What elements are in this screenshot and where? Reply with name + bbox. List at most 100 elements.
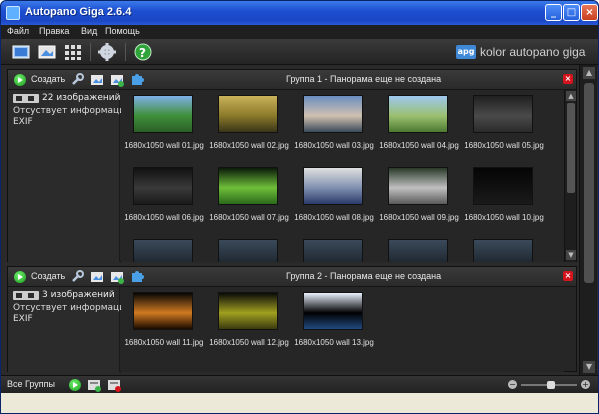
thumbnail-image[interactable] <box>218 95 278 133</box>
thumbnail-image[interactable] <box>473 167 533 205</box>
menu-file[interactable]: Файл <box>7 26 29 36</box>
group-title: Группа 2 - Панорама еще не создана <box>286 271 442 281</box>
thumbnail-image[interactable] <box>218 239 278 262</box>
image-thumbnail-partial[interactable] <box>461 234 545 262</box>
thumbnail-image[interactable] <box>218 292 278 330</box>
zoom-out-icon[interactable]: − <box>508 380 517 389</box>
image-thumbnail[interactable]: 1680x1050 wall 07.jpg <box>206 162 290 228</box>
thumbnail-image[interactable] <box>218 167 278 205</box>
brand-text: kolor autopano giga <box>480 45 586 59</box>
group-header: Создать Группа 2 - Панорама еще не созда… <box>8 267 576 287</box>
settings-gear-icon[interactable] <box>97 42 117 62</box>
close-window-button[interactable]: × <box>581 4 598 21</box>
thumbnail-image[interactable] <box>388 239 448 262</box>
wrench-icon[interactable] <box>70 73 84 87</box>
thumbnail-image[interactable] <box>303 239 363 262</box>
main-scroll-thumb[interactable] <box>584 83 594 283</box>
thumbnail-image[interactable] <box>133 95 193 133</box>
image-thumbnail-partial[interactable] <box>206 234 290 262</box>
image-thumbnail[interactable]: 1680x1050 wall 03.jpg <box>291 90 375 156</box>
thumbnail-image[interactable] <box>303 167 363 205</box>
image-thumbnail-partial[interactable] <box>376 234 460 262</box>
image-thumbnail[interactable]: 1680x1050 wall 09.jpg <box>376 162 460 228</box>
image-thumbnail-partial[interactable] <box>291 234 375 262</box>
group-scrollbar[interactable]: ▲ ▼ <box>564 90 576 262</box>
thumbnail-image[interactable] <box>473 95 533 133</box>
image-thumbnail[interactable]: 1680x1050 wall 04.jpg <box>376 90 460 156</box>
image-thumbnail[interactable]: 1680x1050 wall 12.jpg <box>206 287 290 353</box>
group-title: Группа 1 - Панорама еще не создана <box>286 74 442 84</box>
add-group-icon[interactable] <box>87 378 101 392</box>
thumbnail-grid: 1680x1050 wall 01.jpg 1680x1050 wall 02.j… <box>121 90 564 262</box>
thumbnail-image[interactable] <box>473 239 533 262</box>
create-button[interactable]: Создать <box>31 74 65 84</box>
wrench-icon[interactable] <box>70 270 84 284</box>
thumbnail-caption: 1680x1050 wall 07.jpg <box>209 213 289 222</box>
group-info: 22 изображений Отсуствует информация EXI… <box>8 90 130 262</box>
image-thumbnail[interactable]: 1680x1050 wall 02.jpg <box>206 90 290 156</box>
image-thumbnail[interactable]: 1680x1050 wall 11.jpg <box>121 287 205 353</box>
create-button[interactable]: Создать <box>31 271 65 281</box>
thumbnail-grid: 1680x1050 wall 11.jpg 1680x1050 wall 12.j… <box>121 287 564 372</box>
import-panorama-icon[interactable] <box>37 42 57 62</box>
menu-view[interactable]: Вид <box>81 26 97 36</box>
image-thumbnail-partial[interactable] <box>121 234 205 262</box>
main-scroll-down-arrow[interactable]: ▼ <box>583 361 595 373</box>
image-thumbnail[interactable]: 1680x1050 wall 10.jpg <box>461 162 545 228</box>
thumbnail-image[interactable] <box>388 95 448 133</box>
thumbnail-image[interactable] <box>303 95 363 133</box>
image-count: 22 изображений <box>42 93 121 103</box>
edit-group-icon[interactable] <box>90 73 104 87</box>
add-image-icon[interactable] <box>110 73 124 87</box>
thumbnail-image[interactable] <box>133 292 193 330</box>
bottom-bar: Все Группы − + <box>1 375 598 393</box>
create-play-icon[interactable] <box>14 74 26 86</box>
edit-group-icon[interactable] <box>90 270 104 284</box>
thumbnail-caption: 1680x1050 wall 09.jpg <box>379 213 459 222</box>
zoom-slider[interactable]: − + <box>508 380 590 390</box>
group-panel-2: Создать Группа 2 - Панорама еще не созда… <box>7 266 577 372</box>
menu-help[interactable]: Помощь <box>105 26 140 36</box>
scroll-thumb[interactable] <box>567 103 575 193</box>
zoom-in-icon[interactable]: + <box>581 380 590 389</box>
toolbar: ? apg kolor autopano giga <box>1 39 598 65</box>
help-icon[interactable]: ? <box>133 42 153 62</box>
maximize-button[interactable]: □ <box>563 4 580 21</box>
main-scrollbar[interactable]: ▲ ▼ <box>579 65 597 375</box>
thumbnail-image[interactable] <box>388 167 448 205</box>
thumbnail-image[interactable] <box>133 167 193 205</box>
image-thumbnail[interactable]: 1680x1050 wall 01.jpg <box>121 90 205 156</box>
image-thumbnail[interactable]: 1680x1050 wall 13.jpg <box>291 287 375 353</box>
scroll-up-arrow[interactable]: ▲ <box>566 91 576 101</box>
group-panel-1: Создать Группа 1 - Панорама еще не созда… <box>7 69 577 262</box>
detect-icon[interactable] <box>63 42 83 62</box>
image-thumbnail[interactable]: 1680x1050 wall 05.jpg <box>461 90 545 156</box>
close-group-icon[interactable]: × <box>563 74 573 84</box>
close-group-icon[interactable]: × <box>563 271 573 281</box>
scroll-down-arrow[interactable]: ▼ <box>566 250 576 260</box>
open-images-icon[interactable] <box>11 42 31 62</box>
image-count: 3 изображений <box>42 290 115 300</box>
thumbnail-image[interactable] <box>133 239 193 262</box>
thumbnail-caption: 1680x1050 wall 08.jpg <box>294 213 374 222</box>
thumbnail-caption: 1680x1050 wall 06.jpg <box>124 213 204 222</box>
exif-info-line2: EXIF <box>13 117 33 127</box>
image-thumbnail[interactable]: 1680x1050 wall 08.jpg <box>291 162 375 228</box>
remove-group-icon[interactable] <box>107 378 121 392</box>
menu-edit[interactable]: Правка <box>39 26 69 36</box>
add-image-icon[interactable] <box>110 270 124 284</box>
thumbnail-image[interactable] <box>303 292 363 330</box>
minimize-button[interactable]: _ <box>545 4 562 21</box>
zoom-knob[interactable] <box>547 381 556 389</box>
thumbnail-caption: 1680x1050 wall 13.jpg <box>294 338 374 347</box>
status-bar <box>1 393 598 413</box>
image-count-icon <box>13 94 39 103</box>
puzzle-icon[interactable] <box>130 270 144 284</box>
puzzle-icon[interactable] <box>130 73 144 87</box>
exif-info-line1: Отсуствует информация <box>13 303 131 313</box>
create-play-icon[interactable] <box>14 271 26 283</box>
image-thumbnail[interactable]: 1680x1050 wall 06.jpg <box>121 162 205 228</box>
main-scroll-up-arrow[interactable]: ▲ <box>583 67 595 79</box>
create-all-play-icon[interactable] <box>69 379 81 391</box>
thumbnail-caption: 1680x1050 wall 05.jpg <box>464 141 544 150</box>
